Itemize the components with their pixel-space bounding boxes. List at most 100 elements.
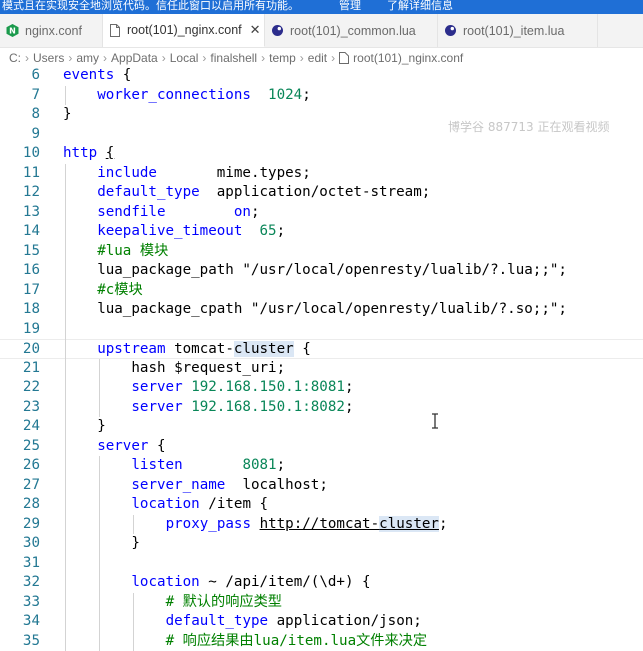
code-text: hash $request_uri; [131,359,285,379]
chevron-right-icon: › [103,51,107,65]
code-token: { [148,438,165,454]
breadcrumb-item[interactable]: temp [269,51,296,65]
code-line[interactable]: 29proxy_pass http://tomcat-cluster; [0,515,643,535]
tab-root101-nginx-conf[interactable]: root(101)_nginx.conf ✕ [103,14,265,47]
code-text: } [97,417,106,437]
tab-root101-common-lua[interactable]: root(101)_common.lua [265,14,438,47]
breadcrumb-item[interactable]: Local [170,51,199,65]
code-text: server 192.168.150.1:8082; [131,398,353,418]
line-number: 11 [0,164,40,184]
code-token [183,379,192,395]
close-icon[interactable]: ✕ [250,22,261,38]
code-text: #c模块 [97,281,142,301]
code-token: ; [345,379,354,395]
line-number: 23 [0,398,40,418]
code-token: ; [439,516,448,532]
code-line[interactable]: 7 worker_connections 1024; [0,86,643,106]
code-line[interactable]: 6events { [0,66,643,86]
code-line[interactable]: 28location /item { [0,495,643,515]
code-line[interactable]: 12default_type application/octet-stream; [0,183,643,203]
code-line[interactable]: 17 #c模块 [0,281,643,301]
code-token: } [63,106,72,122]
indent-guide [99,359,100,418]
code-token: http [63,145,97,161]
code-token [97,145,106,161]
code-token [183,457,243,473]
breadcrumb-item-current[interactable]: root(101)_nginx.conf [353,51,463,65]
line-number: 13 [0,203,40,223]
line-number: 29 [0,515,40,535]
code-line[interactable]: 18lua_package_cpath "/usr/local/openrest… [0,300,643,320]
line-number: 25 [0,437,40,457]
code-line[interactable]: 22server 192.168.150.1:8081; [0,378,643,398]
breadcrumb-item[interactable]: finalshell [210,51,257,65]
text-cursor-icon [430,413,440,429]
line-number: 19 [0,320,40,340]
code-token: on [234,204,251,220]
manage-link[interactable]: 管理 [339,0,361,13]
code-line[interactable]: 34default_type application/json; [0,612,643,632]
code-token: ; [277,223,286,239]
code-line[interactable]: 14keepalive_timeout 65; [0,222,643,242]
breadcrumb-item[interactable]: amy [76,51,99,65]
code-token [242,223,259,239]
line-number: 6 [0,66,40,86]
breadcrumb-item[interactable]: C: [9,51,21,65]
line-number: 20 [0,340,40,360]
code-token: 192.168.150.1:8081 [191,379,345,395]
line-number: 28 [0,495,40,515]
code-line[interactable]: 30} [0,534,643,554]
code-line[interactable]: 19 [0,320,643,340]
tab-nginx-conf[interactable]: N nginx.conf [0,14,103,47]
code-line[interactable]: 32location ~ /api/item/(\d+) { [0,573,643,593]
code-line[interactable]: 26listen 8081; [0,456,643,476]
line-number: 9 [0,125,40,145]
code-text: http { [63,144,114,164]
code-line[interactable]: 15#lua 模块 [0,242,643,262]
code-line[interactable]: 10http { [0,144,643,164]
code-line[interactable]: 21hash $request_uri; [0,359,643,379]
tab-root101-item-lua[interactable]: root(101)_item.lua [438,14,598,47]
code-line[interactable]: 23 server 192.168.150.1:8082; [0,398,643,418]
breadcrumb-item[interactable]: Users [33,51,64,65]
code-text: upstream tomcat-cluster { [97,340,311,360]
code-line[interactable]: 33 # 默认的响应类型 [0,593,643,613]
code-line[interactable]: 24} [0,417,643,437]
code-token: keepalive_timeout [97,223,242,239]
line-number: 7 [0,86,40,106]
indent-guide [133,515,134,535]
line-number: 17 [0,281,40,301]
tab-label: nginx.conf [25,24,82,38]
code-token: server [131,379,182,395]
breadcrumb-item[interactable]: edit [308,51,327,65]
code-line[interactable]: 27server_name localhost; [0,476,643,496]
line-number: 24 [0,417,40,437]
code-line[interactable]: 25server { [0,437,643,457]
code-token [183,399,192,415]
code-token: lua_package_path "/usr/local/openresty/l… [97,262,567,278]
lua-moon-icon [444,24,457,37]
code-token: #c模块 [97,282,142,298]
code-editor[interactable]: 6events {7worker_connections 1024;8}910h… [0,66,643,649]
code-line[interactable]: 35# 响应结果由lua/item.lua文件来决定 [0,632,643,651]
code-line[interactable]: 31 [0,554,643,574]
tab-label: root(101)_common.lua [290,24,416,38]
line-number: 33 [0,593,40,613]
code-text: # 默认的响应类型 [166,593,282,613]
chevron-right-icon: › [261,51,265,65]
code-token: default_type [97,184,200,200]
code-line[interactable]: 16lua_package_path "/usr/local/openresty… [0,261,643,281]
code-token: location [131,496,199,512]
code-line[interactable]: 20 upstream tomcat-cluster { [0,339,643,359]
code-text: listen 8081; [131,456,285,476]
code-token: upstream [97,341,165,357]
breadcrumb-item[interactable]: AppData [111,51,158,65]
learn-more-link[interactable]: 了解详细信息 [387,0,453,13]
code-text: worker_connections 1024; [97,86,311,106]
code-token: { [114,67,131,83]
line-number: 14 [0,222,40,242]
code-line[interactable]: 11include mime.types; [0,164,643,184]
tab-label: root(101)_item.lua [463,24,564,38]
code-line[interactable]: 13sendfile on; [0,203,643,223]
chevron-right-icon: › [300,51,304,65]
